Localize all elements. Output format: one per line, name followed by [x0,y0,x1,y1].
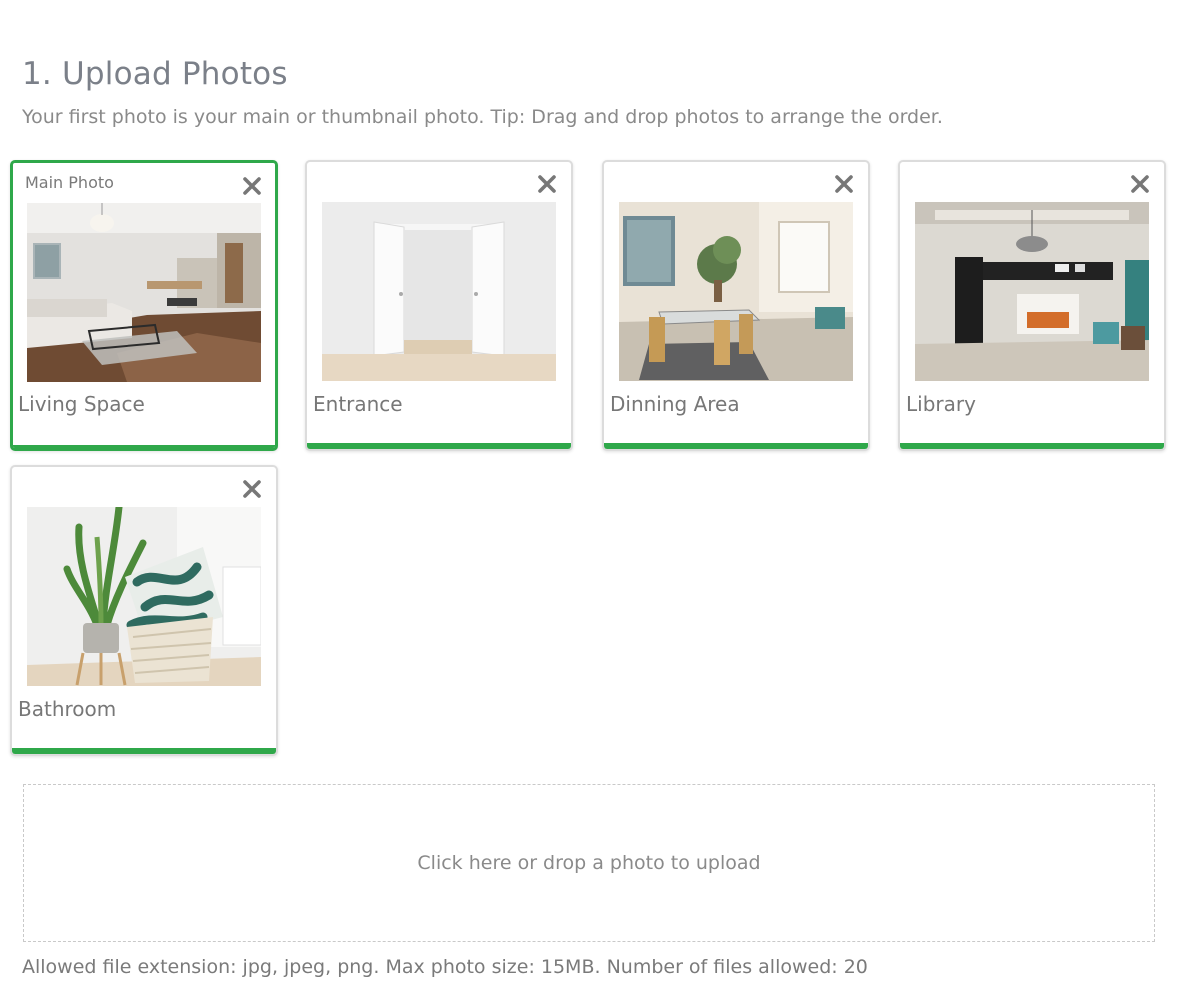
upload-progress-bar [13,445,275,448]
dropzone-label: Click here or drop a photo to upload [417,852,761,874]
photo-caption: Library [906,392,976,416]
photo-caption: Dinning Area [610,392,740,416]
close-icon[interactable] [832,172,856,196]
upload-constraints-note: Allowed file extension: jpg, jpeg, png. … [22,956,868,978]
photo-thumbnail [27,203,261,382]
close-icon[interactable] [1128,172,1152,196]
photo-thumbnail [322,202,556,381]
close-icon[interactable] [535,172,559,196]
photo-card-living-space[interactable]: Main Photo Living Space [10,160,278,451]
upload-progress-bar [604,443,868,449]
photo-card-library[interactable]: Library [898,160,1166,451]
photo-card-dinning-area[interactable]: Dinning Area [602,160,870,451]
close-icon[interactable] [240,174,264,198]
photo-caption: Living Space [18,392,145,416]
page-title: 1. Upload Photos [22,56,288,92]
upload-progress-bar [900,443,1164,449]
photo-thumbnail [915,202,1149,381]
photo-card-entrance[interactable]: Entrance [305,160,573,451]
photo-thumbnail [27,507,261,686]
photo-dropzone[interactable]: Click here or drop a photo to upload [23,784,1155,942]
photo-caption: Entrance [313,392,403,416]
close-icon[interactable] [240,477,264,501]
page-subtitle: Your first photo is your main or thumbna… [22,106,943,128]
photo-thumbnail [619,202,853,381]
photo-card-bathroom[interactable]: Bathroom [10,465,278,756]
upload-progress-bar [12,748,276,754]
photo-caption: Bathroom [18,697,117,721]
main-photo-label: Main Photo [25,173,114,192]
upload-progress-bar [307,443,571,449]
